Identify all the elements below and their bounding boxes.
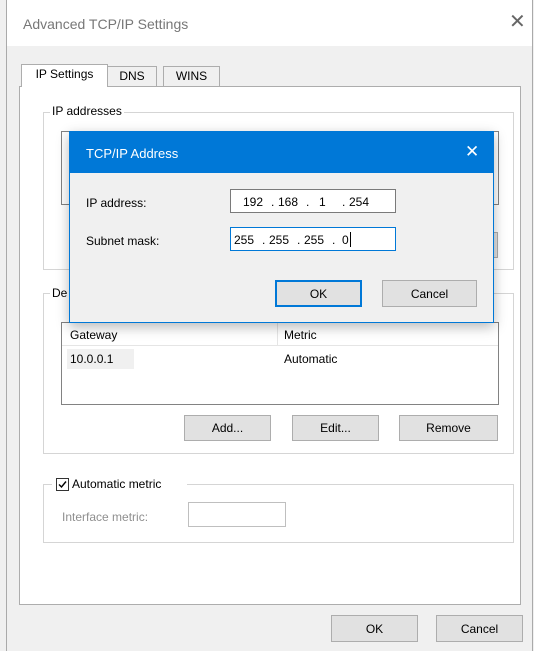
metric-cell: Automatic (284, 352, 338, 366)
column-divider (277, 323, 278, 345)
ip-address-label: IP address: (86, 196, 147, 210)
ok-button[interactable]: OK (331, 615, 418, 642)
ip-octet-4: 254 (349, 195, 370, 209)
ip-addresses-legend: IP addresses (50, 104, 124, 118)
add-gateway-button[interactable]: Add... (184, 415, 271, 441)
tab-ip-settings[interactable]: IP Settings (21, 64, 108, 87)
automatic-metric-label: Automatic metric (72, 477, 162, 491)
ip-octet-3: 1 (319, 195, 326, 209)
ip-address-field[interactable]: 192 . 168 . 1 . 254 (230, 189, 396, 213)
column-header-metric[interactable]: Metric (284, 328, 317, 342)
automatic-metric-checkbox[interactable] (56, 478, 69, 491)
tcpip-address-dialog: TCP/IP Address ✕ IP address: 192 . 168 .… (69, 131, 494, 323)
gateway-list[interactable]: Gateway Metric 10.0.0.1 Automatic (61, 322, 499, 405)
dialog-title: TCP/IP Address (86, 146, 179, 161)
interface-metric-label: Interface metric: (62, 510, 149, 524)
edit-gateway-button[interactable]: Edit... (292, 415, 379, 441)
mask-octet-3: 255 (304, 233, 325, 247)
checkmark-icon (58, 481, 67, 489)
gateway-list-header (62, 323, 498, 346)
tab-wins[interactable]: WINS (163, 66, 220, 86)
default-gateways-legend: De (50, 286, 70, 300)
dialog-title-bar: TCP/IP Address ✕ (70, 132, 493, 173)
ip-octet-1: 192 (243, 195, 264, 209)
tab-label: IP Settings (35, 67, 94, 81)
close-icon[interactable]: ✕ (509, 12, 526, 32)
remove-gateway-button[interactable]: Remove (399, 415, 498, 441)
subnet-mask-field[interactable]: 255 . 255 . 255 . 0 (230, 227, 396, 251)
subnet-mask-label: Subnet mask: (86, 234, 160, 248)
tab-dns[interactable]: DNS (107, 66, 157, 86)
column-header-gateway[interactable]: Gateway (70, 328, 117, 342)
gateway-cell[interactable]: 10.0.0.1 (70, 352, 113, 366)
dialog-ok-button[interactable]: OK (275, 280, 362, 307)
dialog-cancel-button[interactable]: Cancel (382, 280, 477, 307)
tab-label: WINS (175, 69, 208, 83)
mask-octet-2: 255 (269, 233, 290, 247)
mask-octet-1: 255 (234, 233, 255, 247)
mask-octet-4: 0 (342, 233, 349, 247)
tab-label: DNS (119, 69, 145, 83)
cancel-button[interactable]: Cancel (436, 615, 523, 642)
dialog-close-icon[interactable]: ✕ (465, 142, 479, 162)
interface-metric-field[interactable] (188, 502, 286, 527)
text-cursor (350, 232, 351, 247)
window-title: Advanced TCP/IP Settings (23, 16, 189, 32)
ip-octet-2: 168 (278, 195, 299, 209)
